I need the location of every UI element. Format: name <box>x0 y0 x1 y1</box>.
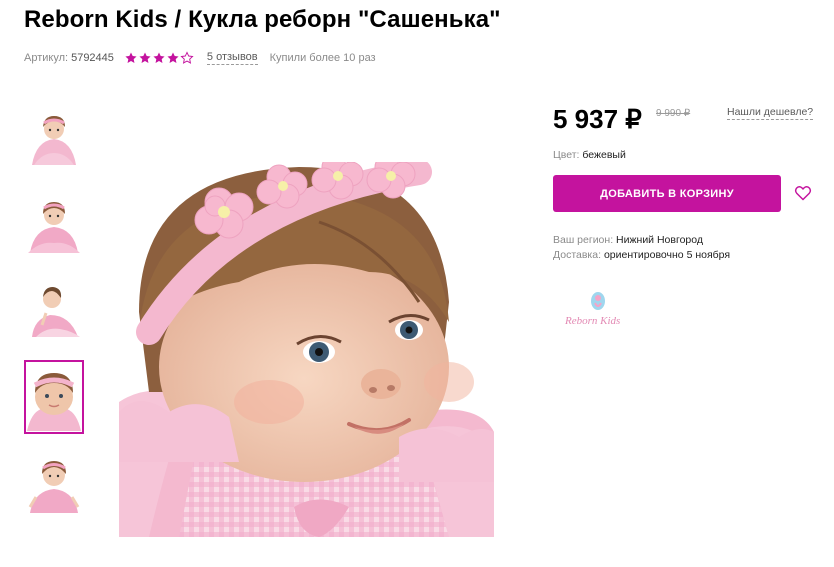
region-value[interactable]: Нижний Новгород <box>616 234 703 246</box>
doll-thumbnail-image <box>26 107 82 167</box>
old-price: 9 990 ₽ <box>656 108 691 119</box>
product-title: Reborn Kids / Кукла реборн "Сашенька" <box>24 6 501 33</box>
brand-logo-text: Reborn Kids <box>564 315 620 327</box>
found-cheaper-link[interactable]: Нашли дешевле? <box>727 106 814 120</box>
color-value: бежевый <box>582 149 626 161</box>
thumbnail-1[interactable] <box>24 100 84 174</box>
star-empty-icon <box>180 51 194 64</box>
doll-thumbnail-image <box>26 279 82 339</box>
delivery-info: Доставка: ориентировочно 5 ноября <box>553 249 730 261</box>
current-price: 5 937 ₽ <box>553 104 642 134</box>
star-filled-icon <box>139 52 151 63</box>
star-filled-icon <box>125 52 137 63</box>
region-label: Ваш регион: <box>553 234 614 246</box>
bought-count: Купили более 10 раз <box>269 52 376 64</box>
star-filled-icon <box>167 52 179 63</box>
color-info: Цвет: бежевый <box>553 149 626 161</box>
main-product-image[interactable] <box>119 162 494 537</box>
brand-logo[interactable]: Reborn Kids <box>563 289 633 331</box>
region-info: Ваш регион: Нижний Новгород <box>553 234 703 246</box>
delivery-label: Доставка: <box>553 249 602 261</box>
sku-label: Артикул: <box>24 52 69 64</box>
add-to-cart-button[interactable]: ДОБАВИТЬ В КОРЗИНУ <box>553 175 781 212</box>
heart-icon[interactable] <box>794 185 812 201</box>
sku-value: 5792445 <box>71 52 114 64</box>
delivery-value: ориентировочно 5 ноября <box>603 249 731 261</box>
doll-thumbnail-image <box>27 363 81 431</box>
star-filled-icon <box>153 52 165 63</box>
thumbnail-3[interactable] <box>24 272 84 346</box>
color-label: Цвет: <box>553 149 580 161</box>
thumbnail-5[interactable] <box>24 446 84 520</box>
doll-photo <box>119 162 494 537</box>
thumbnail-4-selected[interactable] <box>24 360 84 434</box>
rating-stars[interactable] <box>124 51 194 65</box>
doll-thumbnail-image <box>26 453 82 513</box>
reviews-link[interactable]: 5 отзывов <box>206 51 258 65</box>
product-meta: Артикул: 5792445 5 отзывов Купили более … <box>24 50 376 66</box>
thumbnail-2[interactable] <box>24 186 84 260</box>
doll-thumbnail-image <box>26 193 82 253</box>
